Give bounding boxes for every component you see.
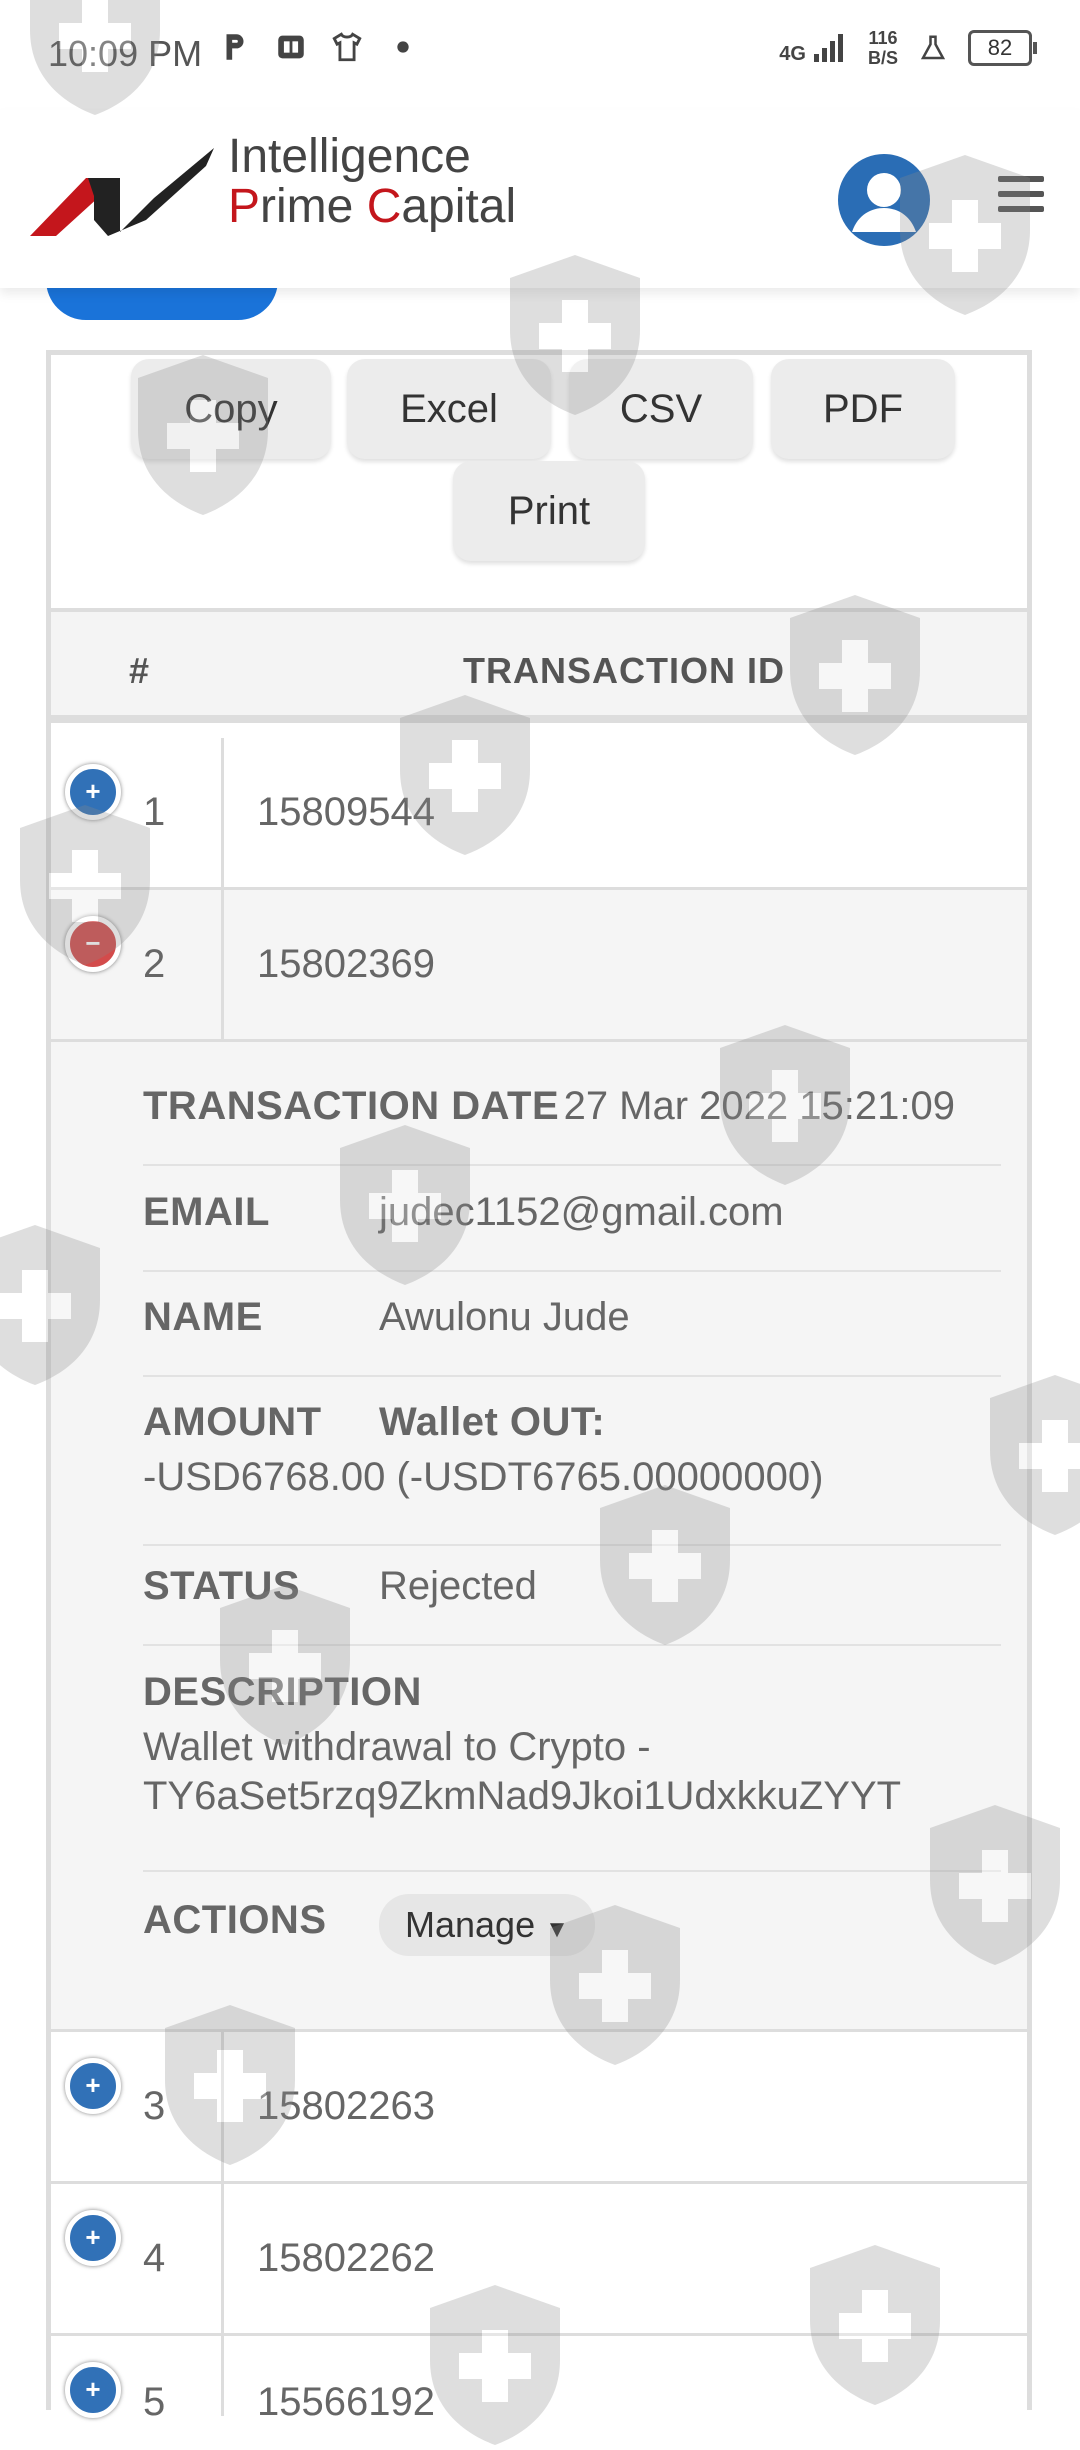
watermark-shield-icon (980, 1370, 1080, 1540)
detail-email-label: EMAIL (143, 1190, 270, 1234)
watermark-shield-icon (0, 1220, 110, 1390)
column-header-number[interactable]: # (129, 650, 149, 692)
transaction-details: TRANSACTION DATE 27 Mar 2022 15:21:09 EM… (51, 1042, 1027, 2032)
watermark-shield-icon (155, 2000, 305, 2170)
notification-icons (218, 30, 420, 64)
watermark-shield-icon (710, 1020, 860, 1190)
detail-status-value: Rejected (379, 1564, 537, 1608)
detail-name: NAME Awulonu Jude (143, 1295, 1001, 1377)
shirt-icon (332, 32, 362, 62)
speed-unit: B/S (867, 48, 898, 68)
dot-icon (397, 41, 409, 53)
company-name-line1: Intelligence (228, 130, 471, 183)
detail-actions-label: ACTIONS (143, 1898, 327, 1942)
watermark-shield-icon (10, 800, 160, 970)
expand-row-icon[interactable]: + (65, 2058, 121, 2114)
manage-label: Manage (405, 1904, 536, 1945)
watermark-shield-icon (540, 1900, 690, 2070)
company-name-line2: Prime Capital (228, 182, 516, 232)
battery-indicator: 82 (968, 30, 1037, 66)
flask-icon (920, 35, 946, 60)
detail-amount-wallet: Wallet OUT: (379, 1400, 606, 1444)
watermark-shield-icon (420, 2280, 570, 2450)
detail-amount-label: AMOUNT (143, 1400, 322, 1444)
table-row[interactable]: − 2 15802369 (51, 890, 1027, 1042)
network-speed: 116 B/S (868, 28, 898, 68)
watermark-shield-icon (500, 250, 650, 420)
print-button[interactable]: Print (453, 461, 645, 561)
watermark-shield-icon (890, 150, 1040, 320)
pdf-button[interactable]: PDF (771, 359, 955, 459)
detail-date: TRANSACTION DATE 27 Mar 2022 15:21:09 (143, 1084, 1001, 1166)
logo-text-apital: apital (401, 180, 517, 233)
detail-name-value: Awulonu Jude (379, 1295, 630, 1339)
signal-icon (813, 34, 843, 62)
watermark-shield-icon (20, 0, 170, 120)
network-type: 4G (779, 43, 806, 65)
watermark-shield-icon (390, 690, 540, 860)
transaction-id: 15566192 (257, 2380, 435, 2424)
transaction-id: 15802262 (257, 2236, 435, 2280)
parking-icon (226, 34, 244, 60)
expand-row-icon[interactable]: + (65, 2210, 121, 2266)
watermark-shield-icon (128, 350, 278, 520)
company-name: Intelligence Prime Capital (228, 132, 516, 232)
company-logo-icon (30, 148, 214, 236)
watermark-shield-icon (330, 1120, 480, 1290)
app-notification-icon (278, 35, 304, 59)
row-number: 5 (143, 2380, 166, 2424)
watermark-shield-icon (590, 1480, 740, 1650)
detail-email: EMAIL judec1152@gmail.com (143, 1190, 1001, 1272)
detail-name-label: NAME (143, 1295, 263, 1339)
speed-value: 116 (868, 28, 898, 48)
column-header-transaction-id[interactable]: TRANSACTION ID (463, 650, 785, 692)
row-number: 4 (143, 2236, 166, 2280)
logo-letter-c: C (366, 180, 402, 233)
watermark-shield-icon (210, 1580, 360, 1750)
expand-row-icon[interactable]: + (65, 2362, 121, 2418)
detail-amount-value: -USD6768.00 (-USDT6765.00000000) (143, 1455, 824, 1499)
watermark-shield-icon (920, 1800, 1070, 1970)
logo-text-rime: rime (260, 180, 367, 233)
logo-letter-p: P (228, 180, 261, 233)
detail-amount: AMOUNT Wallet OUT: -USD6768.00 (-USDT676… (143, 1400, 1001, 1546)
watermark-shield-icon (780, 590, 930, 760)
detail-description-line2: TY6aSet5rzq9ZkmNad9Jkoi1UdxkkuZYYT (143, 1774, 902, 1818)
transaction-id: 15802369 (257, 942, 435, 986)
watermark-shield-icon (800, 2240, 950, 2410)
